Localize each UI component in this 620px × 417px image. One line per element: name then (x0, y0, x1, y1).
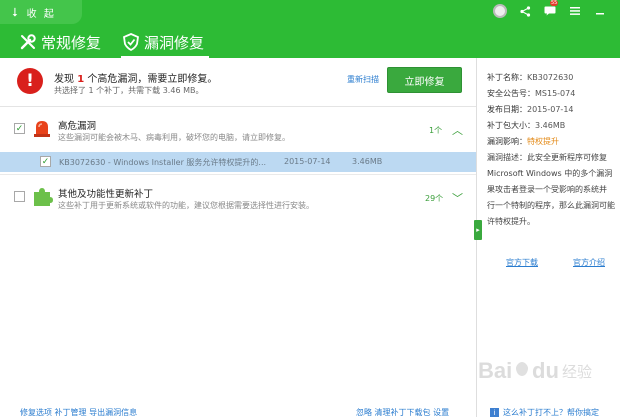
category-title: 高危漏洞 (58, 121, 97, 132)
siren-icon (31, 117, 53, 139)
patch-date: 2015-07-14 (284, 157, 331, 166)
detail-row: 补丁包大小：3.46MB (487, 121, 566, 130)
footer-left-links[interactable]: 修复选项 补丁管理 导出漏洞信息 (20, 407, 137, 417)
official-intro-link[interactable]: 官方介绍 (573, 257, 605, 268)
category-description: 这些补丁用于更新系统或软件的功能，建议您根据需要选择性进行安装。 (58, 201, 314, 210)
wrench-icon (18, 32, 38, 52)
category-high-risk[interactable]: ✓ 高危漏洞 这些漏洞可能会被木马、病毒利用，破坏您的电脑，请立即修复。 1个 … (0, 110, 476, 156)
detail-description: 漏洞描述：此安全更新程序可修复 Microsoft Windows 中的多个漏洞… (487, 153, 615, 226)
detail-row: 安全公告号：MS15-074 (487, 89, 576, 98)
baidu-watermark-logo: Bai du 经验 (476, 356, 606, 386)
patch-detail-panel: 补丁名称：KB3072630 安全公告号：MS15-074 发布日期：2015-… (487, 70, 617, 230)
category-other-updates[interactable]: 其他及功能性更新补丁 这些补丁用于更新系统或软件的功能，建议您根据需要选择性进行… (0, 178, 476, 224)
category-count: 1个 (429, 126, 443, 135)
tab-regular-repair-label: 常规修复 (41, 33, 102, 52)
shield-icon (121, 32, 141, 52)
window-controls: 55 (492, 0, 620, 19)
header-bar: ⭣ 收 起 常规修复 漏洞修复 55 (0, 0, 620, 58)
warning-icon: ! (17, 68, 43, 94)
info-icon: i (490, 408, 499, 417)
collapse-button[interactable]: ⭣ 收 起 (0, 0, 82, 24)
message-icon[interactable]: 55 (542, 0, 559, 19)
share-icon[interactable] (517, 3, 533, 19)
collapse-label: 收 起 (26, 8, 56, 20)
message-count-badge: 55 (550, 0, 559, 6)
footer-bar: 修复选项 补丁管理 导出漏洞信息 忽略 清理补丁下载包 设置 i 这么补丁打不上？… (0, 404, 620, 417)
category-high-risk-checkbox[interactable]: ✓ (14, 123, 25, 134)
summary-subtitle: 共选择了 1 个补丁，共需下载 3.46 MB。 (54, 86, 204, 95)
minimize-icon[interactable] (592, 3, 608, 19)
official-download-link[interactable]: 官方下载 (506, 257, 538, 268)
footer-mid-links[interactable]: 忽略 清理补丁下载包 设置 (356, 407, 449, 417)
puzzle-icon (31, 185, 53, 207)
panel-toggle-handle[interactable]: ▸ (474, 220, 482, 240)
footer-help-link[interactable]: i 这么补丁打不上？帮你搞定 (490, 407, 599, 417)
svg-text:经验: 经验 (562, 363, 592, 381)
detail-row: 漏洞影响：特权提升 (487, 137, 559, 146)
fix-now-button[interactable]: 立即修复 (387, 67, 462, 93)
scan-summary: ! 发现 1 个高危漏洞，需要立即修复。 共选择了 1 个补丁，共需下载 3.4… (0, 58, 476, 106)
divider (0, 174, 476, 175)
category-description: 这些漏洞可能会被木马、病毒利用，破坏您的电脑，请立即修复。 (58, 133, 290, 142)
medal-icon[interactable] (492, 3, 508, 19)
patch-checkbox[interactable]: ✓ (40, 156, 51, 167)
patch-name: KB3072630 - Windows Installer 服务允许特权提升的.… (59, 158, 267, 167)
menu-icon[interactable] (567, 3, 583, 19)
detail-row: 补丁名称：KB3072630 (487, 73, 574, 82)
tab-regular-repair[interactable]: 常规修复 (18, 30, 101, 54)
chevron-down-icon[interactable]: ﹀ (452, 190, 463, 206)
detail-row: 发布日期：2015-07-14 (487, 105, 574, 114)
tab-vulnerability-repair-label: 漏洞修复 (144, 33, 205, 52)
divider (0, 106, 476, 107)
category-count: 29个 (425, 194, 444, 203)
rescan-link[interactable]: 重新扫描 (347, 74, 379, 85)
arrow-down-icon: ⭣ (12, 5, 18, 19)
summary-title: 发现 1 个高危漏洞，需要立即修复。 (54, 74, 218, 85)
category-other-checkbox[interactable] (14, 191, 25, 202)
category-title: 其他及功能性更新补丁 (58, 189, 154, 200)
patch-row[interactable]: ✓ KB3072630 - Windows Installer 服务允许特权提升… (0, 152, 476, 172)
svg-text:Bai: Bai (478, 358, 512, 383)
patch-size: 3.46MB (352, 157, 383, 166)
svg-text:du: du (532, 358, 559, 383)
chevron-up-icon[interactable]: ︿ (452, 122, 463, 138)
tab-vulnerability-repair[interactable]: 漏洞修复 (121, 30, 204, 54)
